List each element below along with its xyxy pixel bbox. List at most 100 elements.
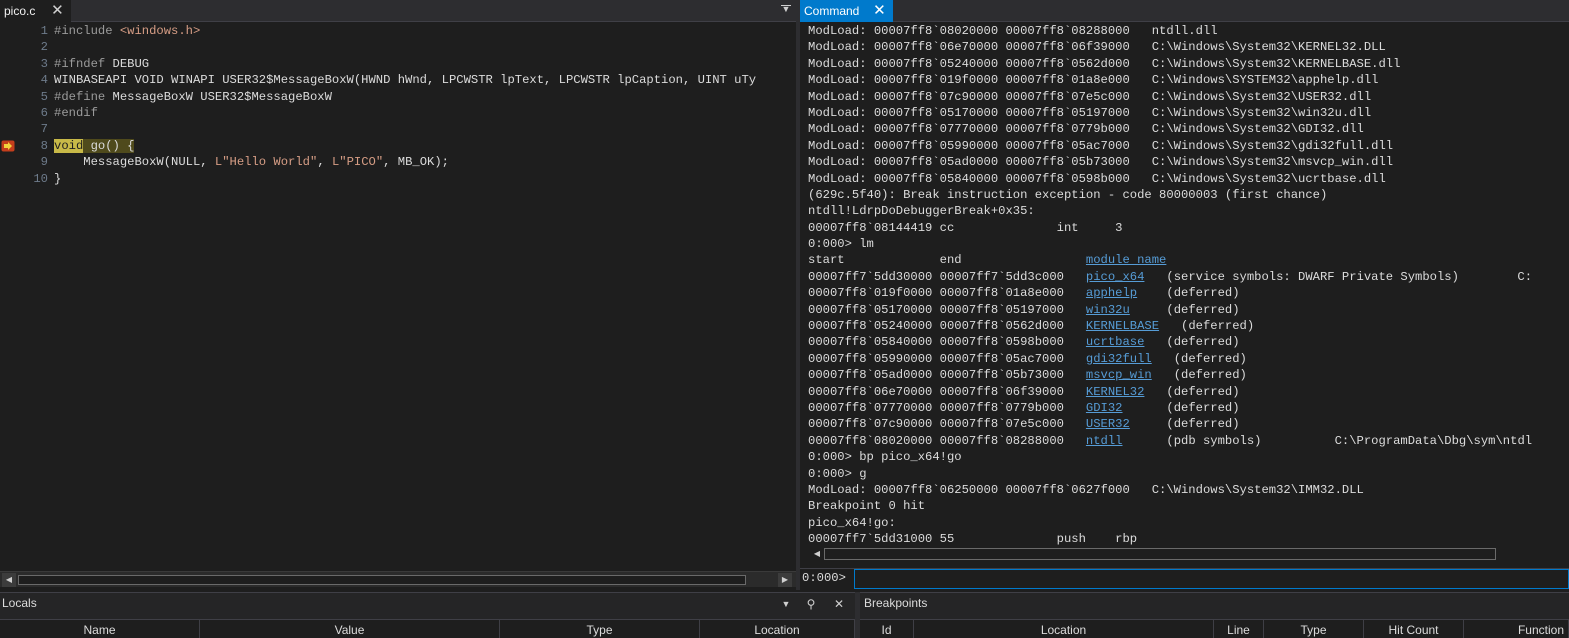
code-line: WINBASEAPI VOID WINAPI USER32$MessageBox… [54, 72, 792, 88]
output-text: 00007ff8`05840000 00007ff8`0598b000 [808, 335, 1086, 350]
breakpoints-pane: Breakpoints Id Location Line Type Hit Co… [860, 592, 1569, 638]
locals-pane: Locals ▼ ⚲ ✕ Name Value Type Location [0, 592, 855, 638]
output-line: 00007ff8`05240000 00007ff8`0562d000 KERN… [808, 318, 1569, 334]
output-text: 00007ff8`019f0000 00007ff8`01a8e000 [808, 286, 1086, 301]
output-text: 00007ff8`08144419 cc int 3 [808, 220, 1123, 235]
column-header-id[interactable]: Id [860, 620, 914, 638]
close-icon[interactable]: ✕ [832, 597, 846, 611]
code-token: , MB_OK); [383, 155, 449, 170]
output-text: (deferred) [1129, 417, 1240, 432]
scroll-left-icon[interactable]: ◀ [810, 547, 824, 561]
column-header-line[interactable]: Line [1214, 620, 1264, 638]
command-output[interactable]: ModLoad: 00007ff8`08020000 00007ff8`0828… [808, 23, 1569, 547]
output-text: 00007ff8`05240000 00007ff8`0562d000 [808, 319, 1086, 334]
column-header-function[interactable]: Function [1464, 620, 1569, 638]
output-line: ModLoad: 00007ff8`08020000 00007ff8`0828… [808, 23, 1569, 39]
pin-icon[interactable]: ⚲ [804, 597, 818, 611]
output-text: ModLoad: 00007ff8`05170000 00007ff8`0519… [808, 105, 1372, 120]
module-link[interactable]: GDI32 [1086, 401, 1123, 415]
tab-pico-c[interactable]: pico.c ✕ [0, 0, 72, 22]
output-line: 0:000> bp pico_x64!go [808, 449, 1569, 465]
output-text: ModLoad: 00007ff8`05240000 00007ff8`0562… [808, 56, 1401, 71]
output-line: ModLoad: 00007ff8`06250000 00007ff8`0627… [808, 482, 1569, 498]
command-horizontal-scrollbar[interactable]: ◀ [808, 546, 1498, 562]
scroll-right-icon[interactable]: ▶ [778, 573, 792, 587]
output-text: ModLoad: 00007ff8`06250000 00007ff8`0627… [808, 482, 1364, 497]
output-line: 00007ff8`07c90000 00007ff8`07e5c000 USER… [808, 416, 1569, 432]
output-line: ModLoad: 00007ff8`05240000 00007ff8`0562… [808, 56, 1569, 72]
code-token: void [54, 138, 84, 153]
column-header-type[interactable]: Type [1264, 620, 1364, 638]
code-token: <windows.h> [119, 24, 201, 38]
output-line: 00007ff8`06e70000 00007ff8`06f39000 KERN… [808, 384, 1569, 400]
pane-title: Locals [2, 596, 37, 610]
module-link[interactable]: ucrtbase [1086, 335, 1145, 349]
module-link[interactable]: msvcp_win [1086, 368, 1152, 382]
column-header-location[interactable]: Location [700, 620, 855, 638]
output-text: start end [808, 253, 1086, 268]
line-number: 10 [33, 171, 48, 186]
output-text: ModLoad: 00007ff8`07770000 00007ff8`0779… [808, 122, 1364, 137]
module-link[interactable]: gdi32full [1086, 352, 1152, 366]
scroll-thumb[interactable] [18, 575, 746, 585]
scroll-thumb[interactable] [824, 548, 1496, 560]
close-icon[interactable]: ✕ [49, 3, 65, 19]
output-text: (deferred) [1159, 319, 1255, 334]
column-header-hit-count[interactable]: Hit Count [1364, 620, 1464, 638]
editor-horizontal-scrollbar[interactable]: ◀ ▶ [0, 571, 796, 587]
module-link[interactable]: module name [1086, 253, 1166, 267]
module-link[interactable]: apphelp [1086, 286, 1137, 300]
column-header-name[interactable]: Name [0, 620, 200, 638]
code-line: void go() { [54, 138, 792, 154]
module-link[interactable]: KERNEL32 [1086, 385, 1145, 399]
module-link[interactable]: pico_x64 [1086, 270, 1145, 284]
output-text: 00007ff8`05ad0000 00007ff8`05b73000 [808, 368, 1086, 383]
code-token: MessageBoxW(NULL, [54, 155, 215, 170]
code-token: DEBUG [112, 56, 150, 71]
line-number: 9 [40, 155, 48, 170]
breakpoint-gutter[interactable] [0, 23, 16, 572]
command-input[interactable] [854, 569, 1569, 589]
line-number: 4 [40, 73, 48, 88]
column-header-location[interactable]: Location [914, 620, 1214, 638]
source-editor-pane: pico.c ✕ ▼ 1 2 3 4 5 6 7 8 9 10 #include <windows… [0, 0, 796, 590]
output-line: ModLoad: 00007ff8`05840000 00007ff8`0598… [808, 171, 1569, 187]
line-number: 5 [40, 89, 48, 104]
code-token: L"Hello World" [214, 155, 318, 170]
output-text: 00007ff8`07770000 00007ff8`0779b000 [808, 400, 1086, 415]
output-line: pico_x64!go: [808, 515, 1569, 531]
breakpoints-column-headers: Id Location Line Type Hit Count Function [860, 619, 1569, 638]
code-line: #include <windows.h> [54, 23, 792, 39]
module-link[interactable]: USER32 [1086, 417, 1130, 431]
output-text: ModLoad: 00007ff8`07c90000 00007ff8`07e5… [808, 89, 1372, 104]
tab-list-dropdown-icon[interactable]: ▼ [780, 4, 792, 16]
column-header-type[interactable]: Type [500, 620, 700, 638]
output-line: 00007ff7`5dd30000 00007ff7`5dd3c000 pico… [808, 269, 1569, 285]
output-line: (629c.5f40): Break instruction exception… [808, 187, 1569, 203]
code-token: #define [54, 89, 113, 104]
module-link[interactable]: ntdll [1086, 434, 1123, 448]
output-text: 0:000> bp pico_x64!go [808, 450, 962, 465]
module-link[interactable]: KERNELBASE [1086, 319, 1159, 333]
output-text: (deferred) [1144, 335, 1240, 350]
module-link[interactable]: win32u [1086, 303, 1130, 317]
tab-command[interactable]: Command ✕ [800, 0, 894, 22]
close-icon[interactable]: ✕ [871, 3, 887, 19]
output-line: ModLoad: 00007ff8`07c90000 00007ff8`07e5… [808, 89, 1569, 105]
output-text: 00007ff8`05170000 00007ff8`05197000 [808, 302, 1086, 317]
code-text-area[interactable]: #include <windows.h> #ifndef DEBUG WINBASE… [54, 23, 792, 187]
column-header-value[interactable]: Value [200, 620, 500, 638]
output-line: ModLoad: 00007ff8`05990000 00007ff8`05ac… [808, 138, 1569, 154]
line-number: 2 [40, 40, 48, 55]
pane-dropdown-icon[interactable]: ▼ [779, 597, 793, 611]
scroll-left-icon[interactable]: ◀ [2, 573, 16, 587]
command-prompt: 0:000> [802, 571, 846, 585]
editor-tab-bar: pico.c ✕ ▼ [0, 0, 796, 22]
locals-column-headers: Name Value Type Location [0, 619, 855, 638]
pane-title: Breakpoints [864, 596, 928, 610]
output-line: 00007ff8`05170000 00007ff8`05197000 win3… [808, 302, 1569, 318]
code-token: MessageBoxW USER32$MessageBoxW [112, 89, 332, 104]
output-line: ModLoad: 00007ff8`06e70000 00007ff8`06f3… [808, 39, 1569, 55]
tab-title: Command [804, 4, 860, 18]
